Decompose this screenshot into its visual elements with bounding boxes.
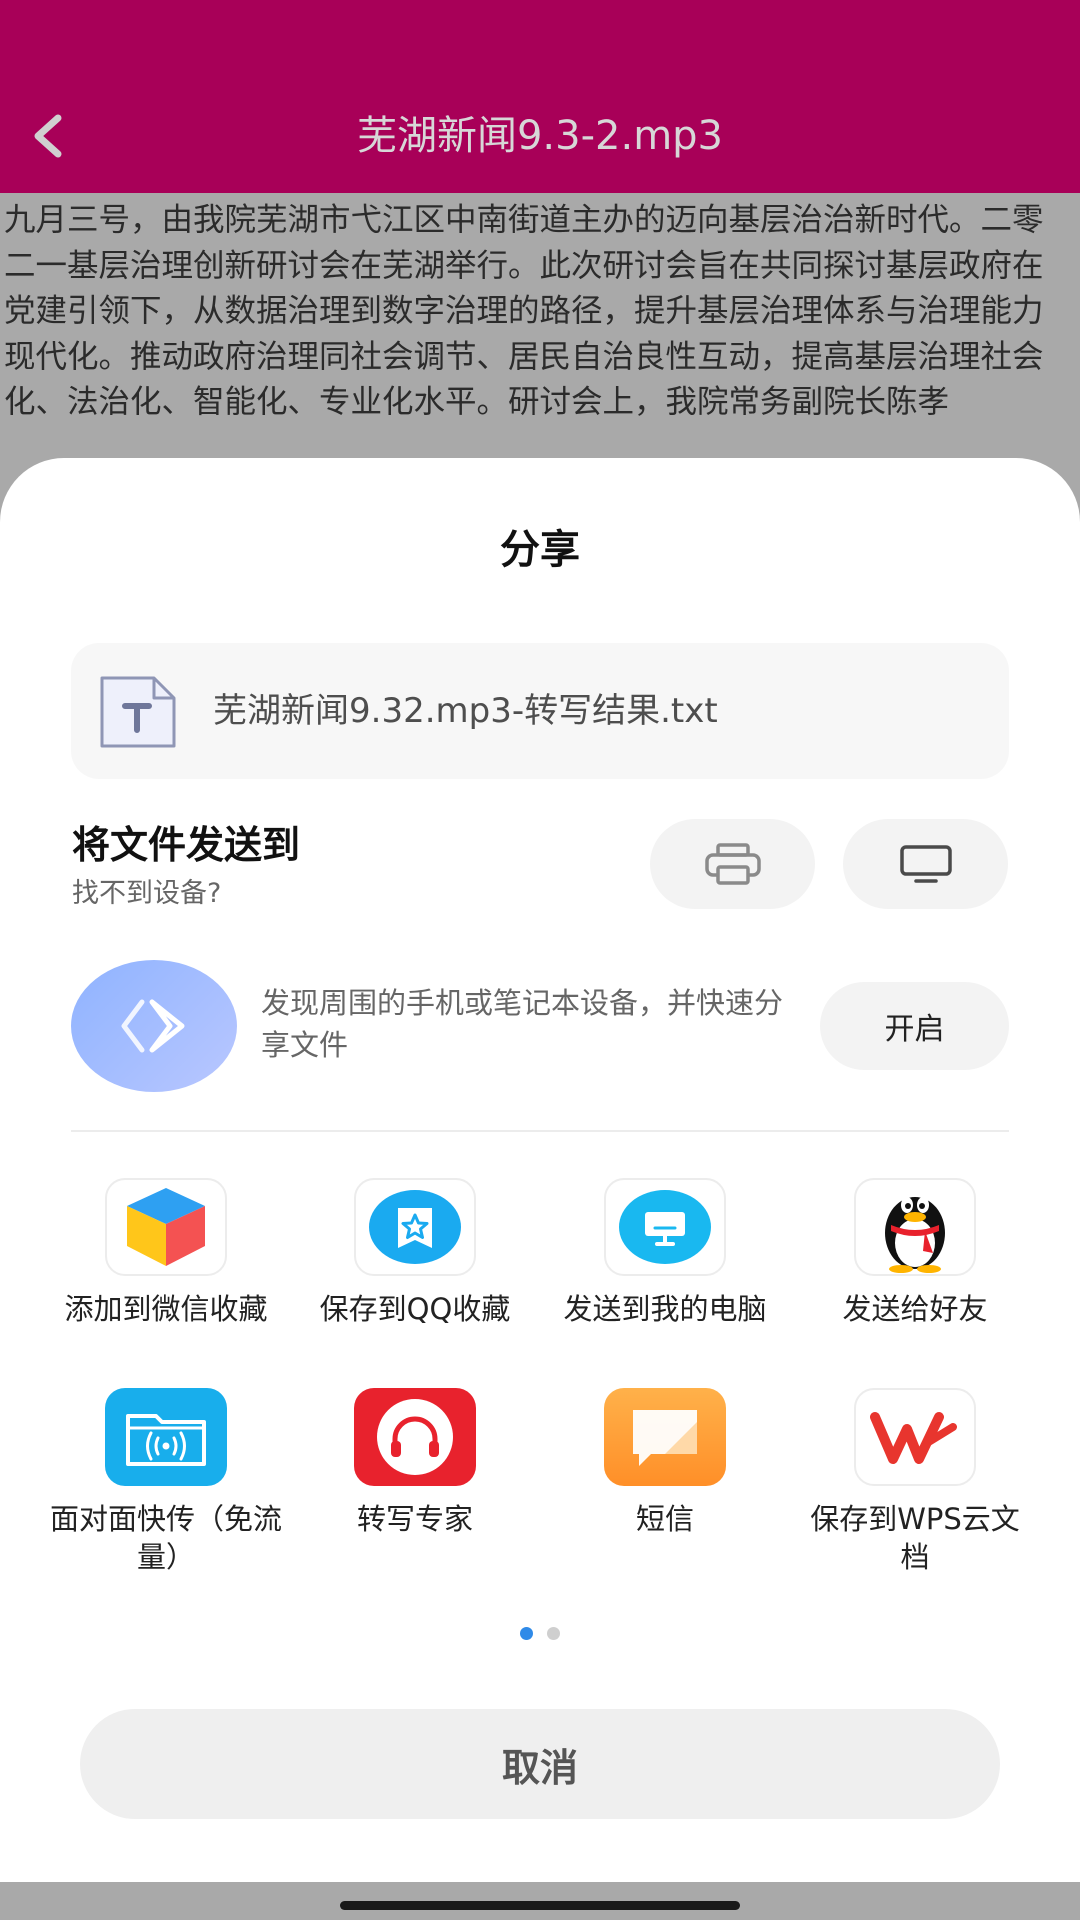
app-label: 发送给好友 <box>842 1292 988 1326</box>
share-sheet: 分享 芜湖新闻9.32.mp3-转写结果.txt 将文件发送到 找不到设备? 发… <box>0 458 1080 1882</box>
app-face-to-face-transfer[interactable]: 面对面快传（免流量） <box>41 1388 291 1576</box>
app-label: 发送到我的电脑 <box>563 1292 767 1326</box>
home-indicator[interactable] <box>340 1901 740 1910</box>
cannot-find-device-link[interactable]: 找不到设备? <box>72 876 221 912</box>
qq-penguin-icon <box>854 1178 976 1276</box>
qq-favorites-star-icon <box>354 1178 476 1276</box>
page-title: 芜湖新闻9.3-2.mp3 <box>356 113 723 159</box>
send-to-title: 将文件发送到 <box>72 823 301 867</box>
monitor-icon <box>899 845 952 883</box>
wechat-favorites-cube-icon <box>105 1178 227 1276</box>
printer-icon <box>704 843 761 885</box>
app-sms[interactable]: 短信 <box>540 1388 790 1538</box>
app-label: 保存到QQ收藏 <box>319 1292 511 1326</box>
nearby-share-description: 发现周围的手机或笔记本设备，并快速分享文件 <box>261 986 784 1062</box>
cancel-button[interactable]: 取消 <box>80 1709 1000 1819</box>
text-file-icon <box>100 676 176 748</box>
face-to-face-transfer-icon <box>105 1388 227 1486</box>
transcribe-headphones-icon <box>354 1388 476 1486</box>
page-indicator <box>0 1627 1080 1640</box>
app-transcribe-expert[interactable]: 转写专家 <box>290 1388 540 1538</box>
page-dot-active[interactable] <box>520 1627 533 1640</box>
app-wechat-favorites[interactable]: 添加到微信收藏 <box>41 1178 291 1328</box>
share-sheet-title: 分享 <box>500 527 580 573</box>
app-label: 短信 <box>635 1502 694 1536</box>
app-label: 转写专家 <box>356 1502 473 1536</box>
app-label: 添加到微信收藏 <box>64 1292 268 1326</box>
file-preview-card: 芜湖新闻9.32.mp3-转写结果.txt <box>71 643 1009 779</box>
top-app-bar: 芜湖新闻9.3-2.mp3 <box>0 0 1080 193</box>
sms-message-icon <box>604 1388 726 1486</box>
app-qq-favorites[interactable]: 保存到QQ收藏 <box>290 1178 540 1328</box>
my-computer-icon <box>604 1178 726 1276</box>
app-label: 面对面快传（免流量） <box>49 1502 282 1574</box>
app-send-to-my-computer[interactable]: 发送到我的电脑 <box>540 1178 790 1328</box>
app-label: 保存到WPS云文档 <box>810 1502 1020 1574</box>
file-name: 芜湖新闻9.32.mp3-转写结果.txt <box>213 691 718 731</box>
print-button[interactable] <box>650 819 815 909</box>
transcript-text: 九月三号，由我院芜湖市弋江区中南街道主办的迈向基层治治新时代。二零二一基层治理创… <box>4 198 1074 460</box>
app-wps-cloud[interactable]: 保存到WPS云文档 <box>790 1388 1040 1576</box>
nearby-share-icon <box>71 960 237 1092</box>
app-send-to-friend[interactable]: 发送给好友 <box>790 1178 1040 1328</box>
nearby-share-arrows-icon <box>121 999 185 1053</box>
page-dot[interactable] <box>547 1627 560 1640</box>
divider <box>71 1130 1009 1132</box>
wps-cloud-icon <box>854 1388 976 1486</box>
enable-nearby-button[interactable]: 开启 <box>820 982 1009 1070</box>
cast-screen-button[interactable] <box>843 819 1008 909</box>
system-nav-bar <box>0 1882 1080 1920</box>
